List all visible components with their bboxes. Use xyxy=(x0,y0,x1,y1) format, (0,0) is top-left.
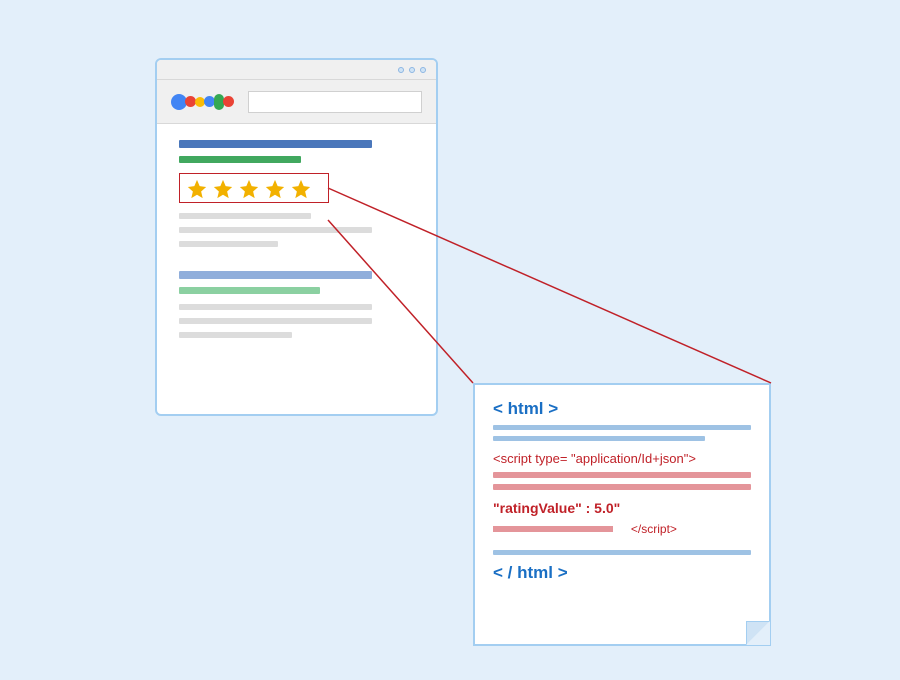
window-control-dot xyxy=(398,67,404,73)
star-icon xyxy=(186,178,208,200)
window-titlebar xyxy=(157,60,436,80)
html-open-tag: < html > xyxy=(493,399,751,419)
search-input[interactable] xyxy=(248,91,422,113)
result-url-bar xyxy=(179,156,301,163)
text-line xyxy=(179,318,372,324)
window-control-dot xyxy=(420,67,426,73)
text-line xyxy=(179,213,311,219)
code-line-red xyxy=(493,526,613,532)
script-open-tag: <script type= "application/Id+json"> xyxy=(493,451,751,466)
html-close-tag: < / html > xyxy=(493,563,751,583)
star-icon xyxy=(290,178,312,200)
code-line xyxy=(493,425,751,430)
code-panel: < html > <script type= "application/Id+j… xyxy=(473,383,771,646)
star-icon xyxy=(238,178,260,200)
rating-value-text: "ratingValue" : 5.0" xyxy=(493,500,751,516)
result-title-bar xyxy=(179,271,372,279)
google-logo-icon xyxy=(171,94,234,110)
text-line xyxy=(179,332,292,338)
text-line xyxy=(179,304,372,310)
code-line xyxy=(493,550,751,555)
window-control-dot xyxy=(409,67,415,73)
page-fold-icon xyxy=(746,621,770,645)
result-title-bar xyxy=(179,140,372,148)
star-icon xyxy=(264,178,286,200)
script-close-row: </script> xyxy=(493,520,751,536)
code-line-red xyxy=(493,472,751,478)
browser-window xyxy=(155,58,438,416)
search-results xyxy=(157,124,436,356)
text-line xyxy=(179,241,278,247)
script-close-tag: </script> xyxy=(631,522,677,536)
code-line-red xyxy=(493,484,751,490)
star-icon xyxy=(212,178,234,200)
browser-toolbar xyxy=(157,80,436,124)
text-line xyxy=(179,227,372,233)
rating-stars-highlight xyxy=(179,173,329,203)
result-url-bar xyxy=(179,287,320,294)
code-line xyxy=(493,436,705,441)
